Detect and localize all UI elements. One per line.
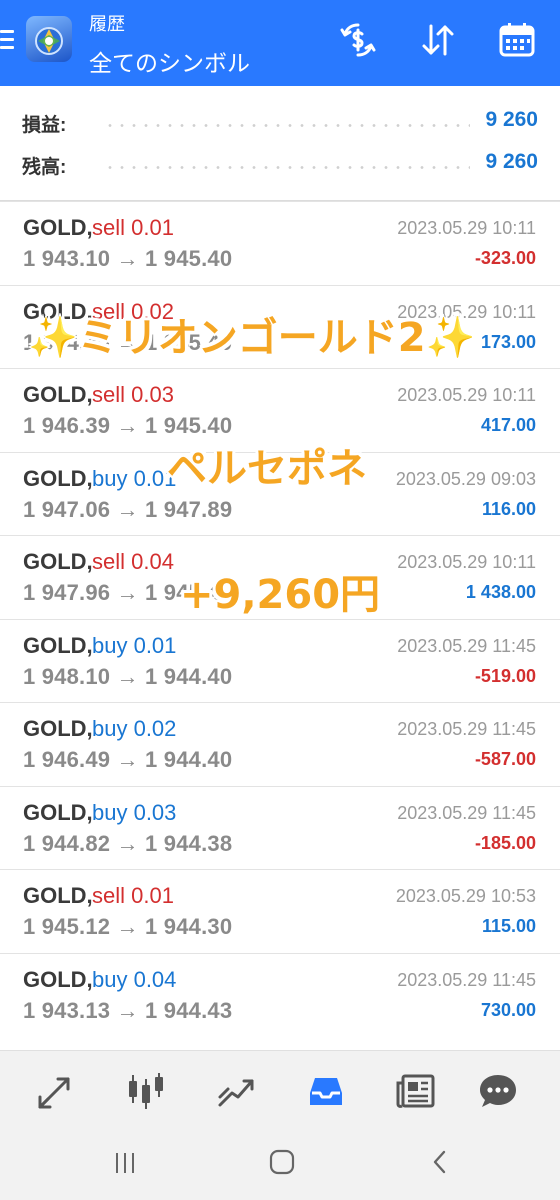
calendar-icon[interactable] bbox=[497, 20, 537, 60]
chat-icon[interactable] bbox=[476, 1069, 520, 1113]
trade-profit: -185.00 bbox=[474, 832, 536, 853]
trade-row[interactable]: GOLD, buy 0.03 1 944.82 → 1 944.38 2023.05.… bbox=[0, 785, 560, 870]
trade-side: buy 0.03 bbox=[92, 799, 177, 825]
trade-time: 2023.05.29 10:53 bbox=[395, 886, 536, 906]
trade-trend-icon[interactable] bbox=[214, 1069, 258, 1113]
trade-side: buy 0.01 bbox=[92, 465, 177, 491]
trade-side: sell 0.03 bbox=[92, 382, 174, 407]
trade-row[interactable]: GOLD, buy 0.02 1 946.49 → 1 944.40 2023.05.… bbox=[0, 702, 560, 786]
page-title: 履歴 bbox=[89, 14, 125, 34]
news-icon[interactable] bbox=[394, 1069, 438, 1113]
trade-time: 2023.05.29 10:11 bbox=[397, 552, 536, 572]
trade-prices: 1 947.06 → 1 947.89 bbox=[23, 496, 233, 522]
history-inbox-icon[interactable] bbox=[304, 1069, 348, 1113]
profit-value: 9 260 bbox=[485, 108, 538, 131]
overlay-profit: +9,260円 bbox=[180, 572, 381, 618]
home-icon[interactable] bbox=[268, 1148, 296, 1176]
trade-side: sell 0.01 bbox=[92, 883, 174, 908]
trade-profit: 730.00 bbox=[480, 999, 536, 1020]
trade-time: 2023.05.29 10:11 bbox=[397, 218, 536, 238]
trade-row[interactable]: GOLD, sell 0.01 1 943.10 → 1 945.40 2023.05… bbox=[0, 201, 560, 285]
dotted-leader bbox=[104, 166, 470, 169]
trade-time: 2023.05.29 09:03 bbox=[395, 468, 536, 489]
trade-symbol: GOLD, bbox=[23, 215, 93, 240]
summary-profit-row: 損益: 9 260 bbox=[0, 104, 560, 144]
trade-time: 2023.05.29 11:45 bbox=[397, 802, 536, 823]
trade-profit: -587.00 bbox=[474, 749, 536, 769]
overlay-title: ✨ミリオンゴールド2✨ bbox=[28, 315, 476, 361]
trade-profit: 115.00 bbox=[481, 916, 536, 936]
trade-profit: 1 438.00 bbox=[465, 582, 536, 602]
trade-profit: 116.00 bbox=[481, 498, 536, 519]
currency-exchange-icon[interactable] bbox=[338, 20, 378, 60]
back-icon[interactable] bbox=[428, 1148, 452, 1176]
trade-prices: 1 943.13 → 1 944.43 bbox=[23, 997, 233, 1023]
summary-balance-row: 残高: 9 260 bbox=[0, 146, 560, 186]
candlestick-chart-icon[interactable] bbox=[124, 1069, 168, 1113]
quotes-arrows-icon[interactable] bbox=[34, 1069, 78, 1113]
profit-label: 損益: bbox=[22, 115, 67, 136]
dotted-leader bbox=[104, 124, 470, 127]
trade-time: 2023.05.29 11:45 bbox=[397, 969, 536, 990]
trade-row[interactable]: GOLD, sell 0.01 1 945.12 → 1 944.30 2023.05… bbox=[0, 869, 560, 953]
trade-side: sell 0.01 bbox=[92, 215, 174, 240]
trade-side: buy 0.04 bbox=[92, 966, 177, 992]
overlay-subtitle: ペルセポネ bbox=[167, 446, 367, 492]
trade-prices: 1 945.12 → 1 944.30 bbox=[23, 914, 233, 939]
trade-symbol: GOLD, bbox=[23, 632, 93, 658]
app-logo bbox=[26, 16, 72, 62]
balance-value: 9 260 bbox=[485, 150, 538, 173]
trade-row[interactable]: GOLD, buy 0.01 1 948.10 → 1 944.40 2023.05.… bbox=[0, 618, 560, 703]
app-header: 履歴 全てのシンボル bbox=[0, 0, 560, 86]
sort-icon[interactable] bbox=[418, 20, 458, 60]
system-nav-bar bbox=[0, 1132, 560, 1200]
trade-profit: -323.00 bbox=[474, 248, 536, 268]
trade-symbol: GOLD, bbox=[23, 799, 93, 825]
trade-profit: 417.00 bbox=[480, 415, 536, 435]
trade-symbol: GOLD, bbox=[23, 465, 93, 491]
trade-side: sell 0.04 bbox=[92, 549, 174, 574]
menu-icon[interactable] bbox=[0, 28, 18, 54]
bottom-nav bbox=[0, 1050, 560, 1133]
trade-symbol: GOLD, bbox=[23, 883, 93, 908]
symbol-filter[interactable]: 全てのシンボル bbox=[89, 44, 250, 78]
trade-side: buy 0.01 bbox=[92, 632, 177, 658]
trade-prices: 1 943.10 → 1 945.40 bbox=[23, 246, 233, 271]
trade-time: 2023.05.29 10:11 bbox=[397, 385, 536, 405]
trade-prices: 1 948.10 → 1 944.40 bbox=[23, 663, 233, 689]
trade-symbol: GOLD, bbox=[23, 966, 93, 992]
trade-row[interactable]: GOLD, buy 0.04 1 943.13 → 1 944.43 2023.05.… bbox=[0, 952, 560, 1037]
trade-profit: 173.00 bbox=[480, 331, 536, 352]
trade-prices: 1 944.82 → 1 944.38 bbox=[23, 830, 233, 856]
balance-label: 残高: bbox=[22, 157, 67, 178]
trade-symbol: GOLD, bbox=[23, 716, 93, 741]
trade-time: 2023.05.29 11:45 bbox=[397, 635, 536, 656]
trade-profit: -519.00 bbox=[474, 665, 536, 686]
recent-apps-icon[interactable] bbox=[112, 1150, 138, 1176]
trade-symbol: GOLD, bbox=[23, 382, 93, 407]
trade-time: 2023.05.29 11:45 bbox=[397, 719, 536, 739]
trade-side: buy 0.02 bbox=[92, 716, 177, 741]
trade-prices: 1 946.49 → 1 944.40 bbox=[23, 747, 233, 772]
trade-symbol: GOLD, bbox=[23, 549, 93, 574]
